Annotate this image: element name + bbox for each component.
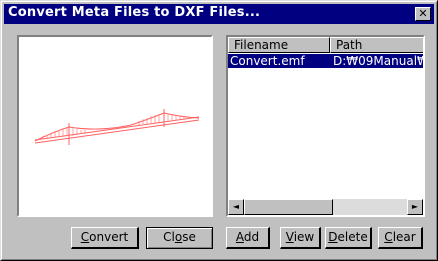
arrow-left-icon: ◄ [232,202,240,211]
file-list[interactable]: Filename Path Convert.emf D:₩09Manual₩ ◄… [226,35,425,217]
close-button[interactable]: Close [146,227,213,249]
add-button-label: Add [235,230,260,244]
clear-button[interactable]: Clear [378,227,423,249]
close-button-label: Close [163,230,196,244]
add-button[interactable]: Add [226,227,270,249]
dialog-window: Convert Meta Files to DXF Files... ✕ Fil… [0,0,438,261]
clear-button-label: Clear [384,230,416,244]
scrollbar-thumb[interactable] [244,199,333,215]
column-header-filename[interactable]: Filename [228,37,330,53]
scroll-left-button[interactable]: ◄ [228,199,244,215]
scroll-right-button[interactable]: ► [407,199,423,215]
view-button[interactable]: View [280,227,321,249]
path-cell: D:₩09Manual₩ [333,54,425,68]
title-bar[interactable]: Convert Meta Files to DXF Files... ✕ [4,4,434,24]
horizontal-scrollbar[interactable]: ◄ ► [228,199,423,215]
window-title: Convert Meta Files to DXF Files... [8,5,261,20]
convert-button-label: Convert [80,230,129,244]
filename-cell: Convert.emf [230,54,305,68]
delete-button[interactable]: Delete [325,227,372,249]
close-icon: ✕ [418,7,428,20]
view-button-label: View [285,230,315,244]
bridge-drawing [34,109,200,145]
close-window-button[interactable]: ✕ [415,7,431,21]
arrow-right-icon: ► [411,202,419,211]
delete-button-label: Delete [328,230,368,244]
metafile-preview [17,35,213,217]
list-header: Filename Path [228,37,423,53]
convert-button[interactable]: Convert [71,227,139,249]
list-item[interactable]: Convert.emf D:₩09Manual₩ [228,54,423,68]
column-header-path[interactable]: Path [330,37,423,53]
